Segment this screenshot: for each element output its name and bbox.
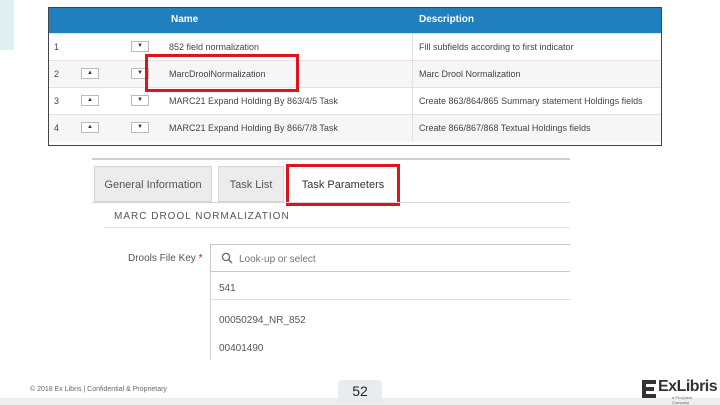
dropdown-option[interactable]: 541: [219, 283, 236, 294]
panel-top-border: [92, 158, 570, 160]
table-row[interactable]: 4 ▲ ▼ MARC21 Expand Holding By 866/7/8 T…: [49, 114, 661, 142]
tab-task-list[interactable]: Task List: [218, 166, 284, 202]
column-divider: [412, 34, 413, 61]
move-down-button[interactable]: ▼: [131, 122, 149, 133]
table-row[interactable]: 2 ▲ ▼ MarcDroolNormalization Marc Drool …: [49, 60, 661, 88]
row-number: 1: [54, 42, 60, 52]
highlight-box-task-parameters-tab: [286, 164, 400, 206]
column-header-description: Description: [419, 14, 475, 25]
column-divider: [412, 88, 413, 115]
move-up-button[interactable]: ▲: [81, 95, 99, 106]
highlight-box-task-name: [145, 54, 299, 92]
move-up-button[interactable]: ▲: [81, 68, 99, 79]
task-description: Create 863/864/865 Summary statement Hol…: [419, 96, 643, 106]
task-list-table: Name Description 1 ▼ 852 field normaliza…: [48, 7, 662, 146]
column-divider: [412, 115, 413, 142]
tab-general-information[interactable]: General Information: [94, 166, 212, 202]
field-label-text: Drools File Key: [128, 253, 196, 264]
table-header: Name Description: [49, 8, 661, 33]
section-divider: [104, 227, 570, 228]
row-number: 3: [54, 96, 60, 106]
move-up-button[interactable]: ▲: [81, 122, 99, 133]
column-divider: [412, 61, 413, 88]
drools-file-key-label: Drools File Key *: [128, 253, 203, 264]
required-marker: *: [198, 253, 203, 264]
table-row[interactable]: 1 ▼ 852 field normalization Fill subfiel…: [49, 33, 661, 61]
task-form-panel: General Information Task List Task Param…: [92, 158, 571, 360]
task-name: 852 field normalization: [169, 42, 260, 52]
dropdown-option[interactable]: 00401490: [219, 343, 264, 354]
page-number: 52: [338, 380, 382, 402]
task-description: Create 866/867/868 Textual Holdings fiel…: [419, 123, 591, 133]
search-icon: [221, 252, 233, 264]
column-header-name: Name: [171, 14, 199, 25]
slide-accent-bar: [0, 0, 14, 50]
dropdown-option[interactable]: 00050294_NR_852: [219, 315, 306, 326]
copyright-text: © 2018 Ex Libris | Confidential & Propri…: [30, 386, 167, 393]
task-description: Fill subfields according to first indica…: [419, 42, 574, 52]
drools-file-key-lookup[interactable]: [210, 244, 570, 272]
table-row[interactable]: 3 ▲ ▼ MARC21 Expand Holding By 863/4/5 T…: [49, 87, 661, 115]
task-name: MARC21 Expand Holding By 863/4/5 Task: [169, 96, 338, 106]
logo-subtitle: a ProQuest Company: [672, 395, 693, 405]
tabs-divider: [92, 202, 570, 203]
dropdown-divider: [211, 299, 571, 300]
lookup-input[interactable]: [237, 249, 541, 269]
section-title: MARC DROOL NORMALIZATION: [114, 211, 290, 222]
logo-mark-icon: [642, 380, 656, 398]
row-number: 4: [54, 123, 60, 133]
task-name: MARC21 Expand Holding By 866/7/8 Task: [169, 123, 338, 133]
task-description: Marc Drool Normalization: [419, 69, 521, 79]
row-number: 2: [54, 69, 60, 79]
logo-text: ExLibris: [658, 378, 718, 395]
move-down-button[interactable]: ▼: [131, 41, 149, 52]
lookup-dropdown: 541 00050294_NR_852 00401490: [210, 272, 571, 360]
move-down-button[interactable]: ▼: [131, 95, 149, 106]
exlibris-logo: ExLibris a ProQuest Company: [640, 376, 718, 405]
